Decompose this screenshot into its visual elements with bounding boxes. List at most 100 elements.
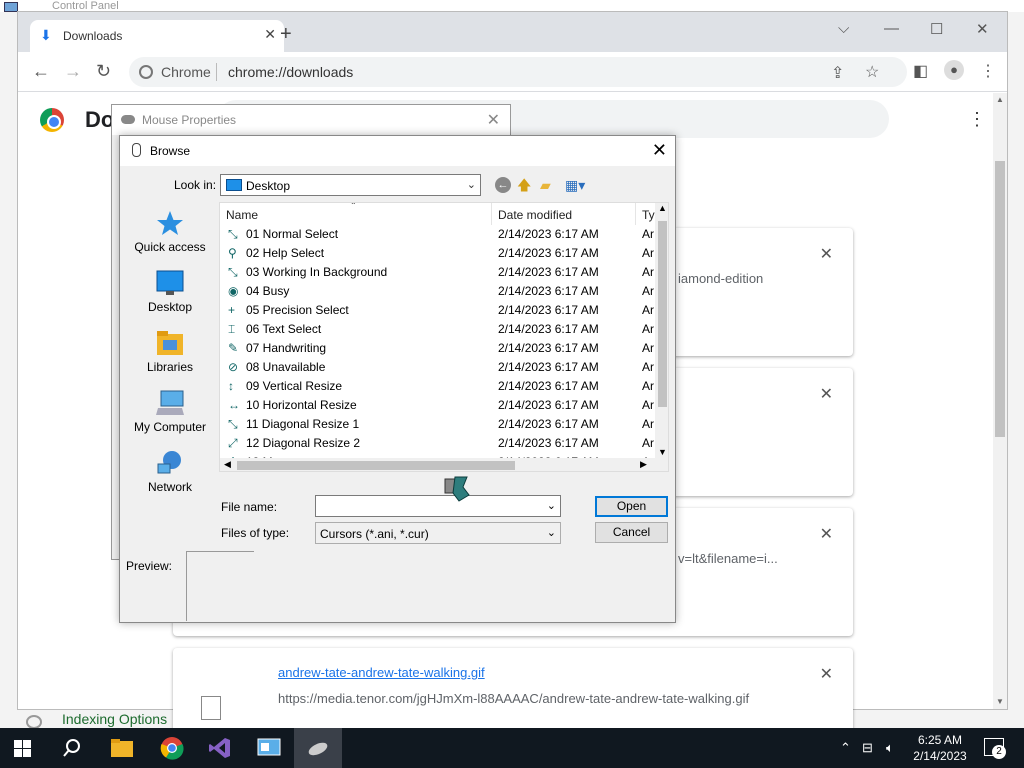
profile-avatar-icon[interactable]: ● (944, 60, 964, 80)
look-in-value: Desktop (246, 179, 291, 193)
reload-icon[interactable]: ↻ (96, 61, 111, 81)
cancel-button[interactable]: Cancel (595, 522, 668, 543)
taskbar-control-panel[interactable] (245, 728, 293, 768)
file-list-vscrollbar[interactable]: ▲ ▼ (655, 203, 668, 458)
file-row[interactable]: ⌶ 06 Text Select 2/14/2023 6:17 AM Ar (220, 320, 655, 339)
view-menu-icon[interactable]: ▦▾ (565, 177, 585, 193)
scroll-down-icon[interactable]: ▼ (996, 697, 1004, 706)
place-network[interactable]: Network (124, 450, 216, 494)
share-icon[interactable]: ⇪ (831, 63, 844, 83)
tab-downloads[interactable]: ⬇ Downloads ✕ (30, 20, 284, 52)
remove-download-icon[interactable]: ✕ (820, 244, 833, 264)
scrollbar-thumb[interactable] (237, 461, 515, 470)
download-file-link[interactable]: andrew-tate-andrew-tate-walking.gif (278, 665, 485, 680)
scrollbar-thumb[interactable] (995, 161, 1005, 437)
close-icon[interactable]: ✕ (487, 110, 500, 130)
file-type: Ar (642, 341, 654, 355)
file-row[interactable]: ⚲ 02 Help Select 2/14/2023 6:17 AM Ar (220, 244, 655, 263)
taskbar-chrome[interactable] (148, 728, 196, 768)
chevron-down-icon[interactable]: ⌄ (547, 499, 556, 512)
file-icon (201, 696, 221, 720)
close-icon[interactable]: ✕ (652, 140, 667, 161)
page-scrollbar[interactable]: ▲ ▼ (993, 93, 1007, 709)
open-button[interactable]: Open (595, 496, 668, 517)
file-name: 07 Handwriting (246, 341, 327, 355)
file-row[interactable]: ↕ 09 Vertical Resize 2/14/2023 6:17 AM Ar (220, 377, 655, 396)
chevron-down-icon: ⌄ (546, 527, 556, 539)
start-button[interactable] (0, 728, 48, 768)
new-tab-icon[interactable]: + (280, 23, 292, 46)
new-folder-icon[interactable]: ▰ (540, 177, 551, 193)
look-in-label: Look in: (174, 178, 217, 192)
maximize-icon[interactable]: ☐ (930, 20, 943, 38)
scroll-left-icon[interactable]: ◀ (224, 459, 231, 470)
place-libraries[interactable]: Libraries (124, 330, 216, 374)
place-quick-access[interactable]: Quick access (124, 210, 216, 254)
column-separator[interactable] (635, 203, 636, 225)
tray-clock[interactable]: 6:25 AM 2/14/2023 (912, 732, 968, 764)
column-type[interactable]: Ty (642, 208, 655, 222)
column-date-modified[interactable]: Date modified (498, 208, 572, 222)
back-icon[interactable]: ← (495, 177, 511, 193)
file-row[interactable]: ↔ 10 Horizontal Resize 2/14/2023 6:17 AM Ar (220, 396, 655, 415)
file-row[interactable]: ⤢ 12 Diagonal Resize 2 2/14/2023 6:17 AM Ar (220, 434, 655, 453)
network-icon[interactable]: ⊟ (862, 740, 873, 756)
files-of-type-label: Files of type: (221, 526, 290, 540)
up-folder-icon[interactable]: 🡅 (517, 177, 531, 193)
minimize-icon[interactable]: — (884, 20, 899, 37)
taskbar: ⌃ ⊟ 🔈︎ 6:25 AM 2/14/2023 2 (0, 728, 1024, 768)
chrome-toolbar: ← → ↻ Chrome chrome://downloads ⇪ ☆ ◧ ● … (18, 52, 1007, 92)
tab-search-icon[interactable]: ⌵ (838, 20, 849, 37)
look-in-dropdown[interactable]: Desktop ⌄ (220, 174, 481, 196)
file-row[interactable]: ⤡ 01 Normal Select 2/14/2023 6:17 AM Ar (220, 225, 655, 244)
remove-download-icon[interactable]: ✕ (820, 524, 833, 544)
chrome-menu-icon[interactable]: ⋮ (980, 61, 996, 81)
column-separator[interactable] (491, 203, 492, 225)
show-hidden-icons-icon[interactable]: ⌃ (840, 740, 851, 756)
file-row[interactable]: ⤡ 03 Working In Background 2/14/2023 6:17 … (220, 263, 655, 282)
taskbar-search-button[interactable] (48, 728, 96, 768)
file-list-hscrollbar[interactable]: ◀ ▶ (220, 458, 668, 471)
file-row[interactable]: ◉ 04 Busy 2/14/2023 6:17 AM Ar (220, 282, 655, 301)
file-row[interactable]: ⊘ 08 Unavailable 2/14/2023 6:17 AM Ar (220, 358, 655, 377)
scroll-down-icon[interactable]: ▼ (658, 447, 667, 457)
file-list[interactable]: ⌃ Name Date modified Ty ⤡ 01 Normal Selec… (219, 202, 669, 472)
downloads-menu-icon[interactable]: ⋮ (968, 109, 986, 130)
remove-download-icon[interactable]: ✕ (820, 664, 833, 684)
side-panel-icon[interactable]: ◧ (913, 61, 928, 81)
file-row[interactable]: ✎ 07 Handwriting 2/14/2023 6:17 AM Ar (220, 339, 655, 358)
scroll-right-icon[interactable]: ▶ (640, 459, 647, 470)
file-name: 03 Working In Background (246, 265, 388, 279)
files-of-type-value: Cursors (*.ani, *.cur) (320, 527, 429, 541)
file-type: Ar (642, 436, 654, 450)
back-icon[interactable]: ← (32, 61, 50, 81)
cursor-file-icon: ◉ (228, 284, 239, 298)
taskbar-mouse-properties[interactable] (294, 728, 342, 768)
place-label: Network (147, 480, 192, 494)
file-row[interactable]: ⤡ 11 Diagonal Resize 1 2/14/2023 6:17 AM Ar (220, 415, 655, 434)
file-date: 2/14/2023 6:17 AM (498, 322, 599, 336)
file-name-input[interactable]: ⌄ (315, 495, 561, 517)
folder-icon (156, 330, 184, 356)
scrollbar-thumb[interactable] (658, 221, 667, 407)
tab-close-icon[interactable]: ✕ (264, 26, 276, 43)
files-of-type-select[interactable]: Cursors (*.ani, *.cur) ⌄ (315, 522, 561, 544)
taskbar-file-explorer[interactable] (98, 728, 146, 768)
forward-icon[interactable]: → (64, 61, 82, 81)
close-icon[interactable]: ✕ (976, 20, 989, 38)
place-desktop[interactable]: Desktop (124, 270, 216, 314)
scroll-up-icon[interactable]: ▲ (658, 203, 667, 213)
bookmark-star-icon[interactable]: ☆ (865, 62, 879, 82)
windows-start-icon (14, 740, 32, 757)
scroll-up-icon[interactable]: ▲ (996, 95, 1004, 104)
file-row[interactable]: +05 Precision Select 2/14/2023 6:17 AM Ar (220, 301, 655, 320)
remove-download-icon[interactable]: ✕ (820, 384, 833, 404)
mouse-properties-titlebar: Mouse Properties ✕ (112, 105, 510, 135)
address-bar[interactable]: Chrome chrome://downloads ⇪ ☆ (129, 57, 907, 87)
volume-icon[interactable]: 🔈︎ (886, 740, 894, 756)
column-name[interactable]: Name (226, 208, 258, 222)
indexing-options-label[interactable]: Indexing Options (62, 711, 167, 727)
preview-box (186, 551, 254, 621)
taskbar-visual-studio[interactable] (196, 728, 244, 768)
place-my-computer[interactable]: My Computer (124, 390, 216, 434)
